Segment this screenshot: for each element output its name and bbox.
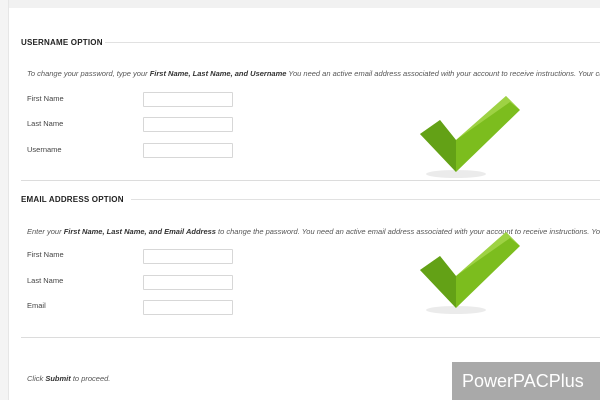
email-instructions-suffix: to change the password. You need an acti… — [215, 227, 600, 236]
email-option-title: EMAIL ADDRESS OPTION — [21, 195, 124, 204]
username-last-name-label: Last Name — [27, 119, 64, 128]
username-username-input[interactable] — [143, 143, 233, 158]
username-first-name-label: First Name — [27, 94, 64, 103]
proceed-suffix: to proceed. — [70, 374, 111, 383]
email-last-name-input[interactable] — [143, 275, 233, 290]
email-option-title-rule — [131, 199, 600, 200]
username-first-name-input[interactable] — [143, 92, 233, 107]
email-instructions-bold: First Name, Last Name, and Email Address — [63, 227, 216, 236]
panel-top-band — [9, 0, 600, 8]
email-instructions-prefix: Enter your — [27, 227, 64, 236]
submit-reference: Submit — [45, 374, 71, 383]
username-instructions-bold: First Name, Last Name, and Username — [149, 69, 287, 78]
section-divider-2 — [21, 337, 600, 338]
checkmark-icon — [420, 96, 520, 178]
username-option-title-rule — [105, 42, 600, 43]
email-email-input[interactable] — [143, 300, 233, 315]
username-last-name-input[interactable] — [143, 117, 233, 132]
powerpacplus-watermark: PowerPACPlus — [450, 360, 600, 400]
email-email-label: Email — [27, 301, 46, 310]
username-username-label: Username — [27, 145, 62, 154]
proceed-instructions: Click Submit to proceed. — [27, 374, 110, 383]
email-last-name-label: Last Name — [27, 276, 64, 285]
email-first-name-input[interactable] — [143, 249, 233, 264]
password-reset-panel: USERNAME OPTION To change your password,… — [8, 0, 600, 400]
username-instructions-prefix: To change your password, type your — [27, 69, 150, 78]
username-instructions-suffix: You need an active email address associa… — [286, 69, 600, 78]
username-option-instructions: To change your password, type your First… — [27, 69, 600, 78]
section-divider-1 — [21, 180, 600, 181]
proceed-prefix: Click — [27, 374, 46, 383]
checkmark-icon — [420, 232, 520, 314]
username-option-title: USERNAME OPTION — [21, 38, 103, 47]
email-first-name-label: First Name — [27, 250, 64, 259]
